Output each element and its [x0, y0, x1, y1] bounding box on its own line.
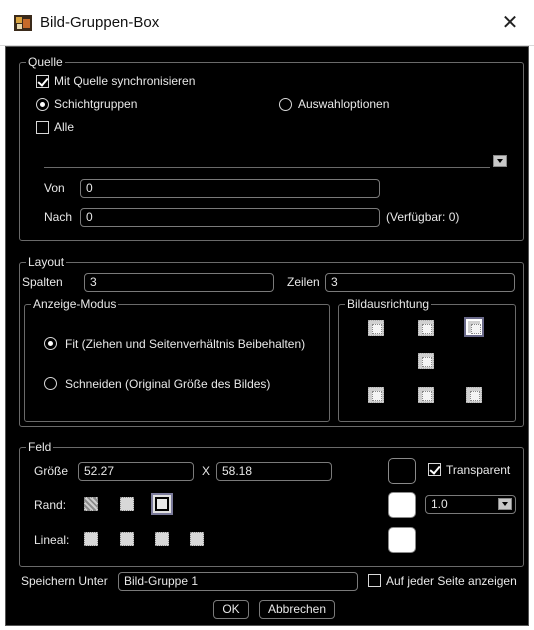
von-field[interactable]: 0 — [80, 179, 380, 198]
verfuegbar-text: (Verfügbar: 0) — [386, 210, 460, 224]
align-top-center-icon[interactable] — [418, 320, 434, 336]
rand-label: Rand: — [34, 498, 67, 512]
layout-group: Layout Spalten 3 Zeilen 3 Anzeige-Modus … — [19, 255, 524, 427]
feld-group-title: Feld — [26, 440, 54, 454]
border-none-icon[interactable] — [84, 497, 98, 511]
dialog-body: Quelle Mit Quelle synchronisieren Schich… — [5, 46, 529, 626]
quelle-group-title: Quelle — [26, 55, 65, 69]
source-select[interactable] — [44, 167, 490, 168]
spalten-label: Spalten — [22, 275, 63, 289]
align-top-left-icon[interactable] — [368, 320, 384, 336]
cancel-button[interactable]: Abbrechen — [259, 600, 335, 619]
border-full-icon[interactable] — [153, 495, 171, 513]
chevron-down-icon[interactable] — [498, 498, 512, 510]
zeilen-field[interactable]: 3 — [325, 273, 515, 292]
border-dotted-icon[interactable] — [120, 497, 134, 511]
lineal-label: Lineal: — [34, 533, 70, 547]
spalten-field[interactable]: 3 — [84, 273, 274, 292]
jede-seite-checkbox[interactable] — [368, 574, 381, 587]
app-icon — [14, 15, 32, 31]
alle-checkbox[interactable] — [36, 121, 49, 134]
radio-fit[interactable] — [44, 337, 57, 350]
speichern-field[interactable]: Bild-Gruppe 1 — [118, 572, 358, 591]
chevron-down-icon[interactable] — [493, 155, 507, 167]
width-field[interactable]: 52.27 — [78, 462, 194, 481]
nach-field[interactable]: 0 — [80, 208, 380, 227]
border-color-swatch[interactable] — [388, 492, 416, 518]
ruler-left-icon[interactable] — [84, 532, 98, 546]
radio-fit-label: Fit (Ziehen und Seitenverhältnis Beibeha… — [65, 337, 306, 351]
window-title: Bild-Gruppen-Box — [40, 14, 160, 31]
sync-label: Mit Quelle synchronisieren — [54, 74, 196, 88]
speichern-label: Speichern Unter — [21, 574, 108, 588]
align-bottom-center-icon[interactable] — [418, 387, 434, 403]
align-center-icon[interactable] — [418, 353, 434, 369]
ruler-top-icon[interactable] — [120, 532, 134, 546]
radio-schneiden-label: Schneiden (Original Größe des Bildes) — [65, 377, 271, 391]
quelle-group: Quelle Mit Quelle synchronisieren Schich… — [19, 55, 524, 241]
align-top-right-icon[interactable] — [466, 319, 482, 335]
groesse-label: Größe — [34, 464, 69, 478]
radio-schichtgruppen-label: Schichtgruppen — [54, 97, 138, 111]
bildausrichtung-title: Bildausrichtung — [345, 297, 432, 311]
sync-checkbox[interactable] — [36, 75, 49, 88]
anzeige-modus-group: Anzeige-Modus Fit (Ziehen und Seitenverh… — [24, 297, 330, 422]
fill-color-swatch[interactable] — [388, 458, 416, 484]
align-bottom-right-icon[interactable] — [466, 387, 482, 403]
jede-seite-label: Auf jeder Seite anzeigen — [386, 574, 517, 588]
radio-auswahloptionen[interactable] — [279, 98, 292, 111]
radio-schichtgruppen[interactable] — [36, 98, 49, 111]
ruler-color-swatch[interactable] — [388, 527, 416, 553]
alle-label: Alle — [54, 120, 75, 134]
title-bar: Bild-Gruppen-Box ✕ — [0, 0, 534, 46]
layout-group-title: Layout — [26, 255, 67, 269]
close-icon[interactable]: ✕ — [496, 9, 524, 37]
x-label: X — [202, 464, 211, 478]
transparent-label: Transparent — [446, 463, 511, 477]
anzeige-modus-title: Anzeige-Modus — [31, 297, 119, 311]
ruler-bottom-icon[interactable] — [155, 532, 169, 546]
radio-schneiden[interactable] — [44, 377, 57, 390]
ok-button[interactable]: OK — [213, 600, 249, 619]
feld-group: Feld Größe 52.27 X 58.18 Transparent Ran… — [19, 440, 524, 567]
nach-label: Nach — [44, 210, 73, 224]
ruler-right-icon[interactable] — [190, 532, 204, 546]
height-field[interactable]: 58.18 — [216, 462, 332, 481]
transparent-checkbox[interactable] — [428, 463, 441, 476]
radio-auswahloptionen-label: Auswahloptionen — [298, 97, 390, 111]
bildausrichtung-group: Bildausrichtung — [338, 297, 516, 422]
align-bottom-left-icon[interactable] — [368, 387, 384, 403]
von-label: Von — [44, 181, 65, 195]
zeilen-label: Zeilen — [287, 275, 320, 289]
